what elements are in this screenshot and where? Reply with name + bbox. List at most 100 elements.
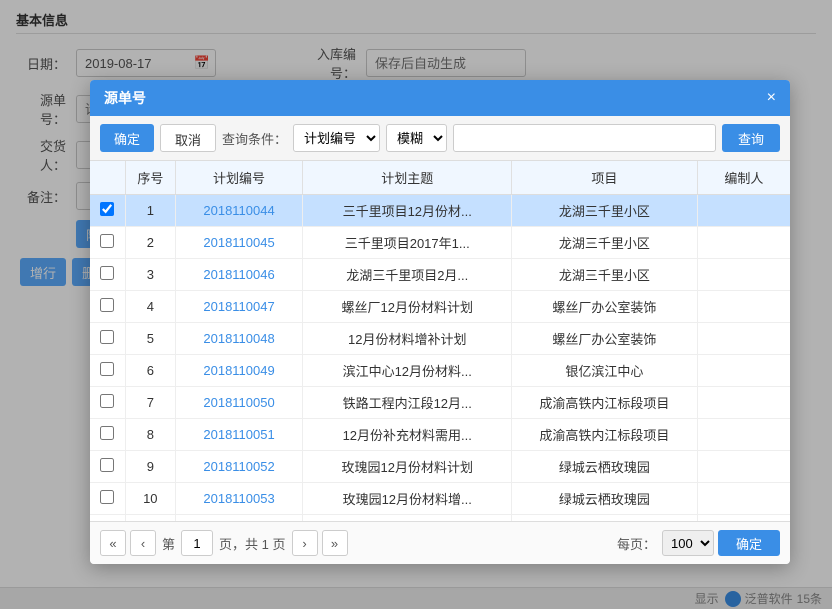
per-page-select[interactable]: 100 50 200 [662,530,714,556]
row-checkbox-cell[interactable] [90,419,125,451]
row-seq: 4 [125,291,175,323]
row-plan-num[interactable]: 2018110044 [175,195,303,227]
row-checkbox[interactable] [100,202,114,216]
source-table: 序号 计划编号 计划主题 项目 编制人 1 2018110044 三千里项目12… [90,161,790,521]
modal-footer: « ‹ 第 页，共 1 页 › » 每页： 100 50 200 确定 [90,521,790,564]
row-checkbox-cell[interactable] [90,195,125,227]
row-checkbox[interactable] [100,266,114,280]
row-checkbox[interactable] [100,394,114,408]
table-header-row: 序号 计划编号 计划主题 项目 编制人 [90,161,790,195]
table-row[interactable]: 10 2018110053 玫瑰园12月份材料增... 绿城云栖玫瑰园 [90,483,790,515]
page-prev-button[interactable]: ‹ [130,530,156,556]
col-plan-subject: 计划主题 [303,161,512,195]
page-last-button[interactable]: » [322,530,348,556]
row-subject: 12月份材料增补计划 [303,323,512,355]
row-checkbox[interactable] [100,330,114,344]
row-checkbox[interactable] [100,298,114,312]
row-editor [697,195,790,227]
row-project: 绿城云栖玫瑰园 [512,451,698,483]
table-row[interactable]: 2 2018110045 三千里项目2017年1... 龙湖三千里小区 [90,227,790,259]
col-plan-num: 计划编号 [175,161,303,195]
row-project: 螺丝厂办公室装饰 [512,291,698,323]
row-seq: 9 [125,451,175,483]
row-seq: 6 [125,355,175,387]
table-row[interactable]: 7 2018110050 铁路工程内江段12月... 成渝高铁内江标段项目 [90,387,790,419]
row-seq: 7 [125,387,175,419]
table-row[interactable]: 5 2018110048 12月份材料增补计划 螺丝厂办公室装饰 [90,323,790,355]
row-checkbox[interactable] [100,362,114,376]
col-checkbox [90,161,125,195]
row-plan-num[interactable]: 2018110048 [175,323,303,355]
row-seq: 10 [125,483,175,515]
row-plan-num[interactable]: 2018110052 [175,451,303,483]
row-checkbox[interactable] [100,458,114,472]
row-checkbox-cell[interactable] [90,355,125,387]
row-subject: 玫瑰园12月份材料增... [303,483,512,515]
row-checkbox-cell[interactable] [90,323,125,355]
row-subject: 三千里项目12月份材... [303,195,512,227]
row-checkbox-cell[interactable] [90,387,125,419]
row-editor [697,419,790,451]
source-modal: 源单号 × 确定 取消 查询条件： 计划编号 计划主题 项目 编制人 模糊 精确… [90,80,790,564]
page-total-info: 页，共 1 页 [219,534,285,553]
type-select[interactable]: 模糊 精确 [386,124,447,152]
table-row[interactable]: 1 2018110044 三千里项目12月份材... 龙湖三千里小区 [90,195,790,227]
modal-title: 源单号 [104,88,146,108]
per-page-label: 每页： [617,534,656,553]
search-keyword-input[interactable] [453,124,716,152]
row-plan-num[interactable]: 2018110049 [175,355,303,387]
modal-toolbar: 确定 取消 查询条件： 计划编号 计划主题 项目 编制人 模糊 精确 查询 [90,116,790,161]
row-seq: 2 [125,227,175,259]
page-next-button[interactable]: › [292,530,318,556]
row-editor [697,291,790,323]
row-editor [697,451,790,483]
modal-close-button[interactable]: × [767,90,776,106]
row-editor [697,483,790,515]
row-checkbox-cell[interactable] [90,291,125,323]
modal-header: 源单号 × [90,80,790,116]
page-number-input[interactable] [181,530,213,556]
row-seq: 5 [125,323,175,355]
col-project: 项目 [512,161,698,195]
row-project: 龙湖三千里小区 [512,195,698,227]
row-checkbox-cell[interactable] [90,451,125,483]
row-plan-num[interactable]: 2018110050 [175,387,303,419]
row-plan-num[interactable]: 2018110053 [175,483,303,515]
row-project: 银亿滨江中心 [512,355,698,387]
table-row[interactable]: 3 2018110046 龙湖三千里项目2月... 龙湖三千里小区 [90,259,790,291]
search-button[interactable]: 查询 [722,124,780,152]
modal-table-container[interactable]: 序号 计划编号 计划主题 项目 编制人 1 2018110044 三千里项目12… [90,161,790,521]
row-plan-num[interactable]: 2018110045 [175,227,303,259]
row-checkbox-cell[interactable] [90,483,125,515]
row-subject: 12月份补充材料需用... [303,419,512,451]
footer-confirm-button[interactable]: 确定 [718,530,780,556]
row-editor [697,387,790,419]
table-row[interactable]: 8 2018110051 12月份补充材料需用... 成渝高铁内江标段项目 [90,419,790,451]
row-checkbox-cell[interactable] [90,227,125,259]
row-checkbox[interactable] [100,426,114,440]
row-checkbox-cell[interactable] [90,259,125,291]
row-plan-num[interactable]: 2018110046 [175,259,303,291]
row-subject: 滨江中心12月份材料... [303,355,512,387]
table-row[interactable]: 9 2018110052 玫瑰园12月份材料计划 绿城云栖玫瑰园 [90,451,790,483]
row-subject: 玫瑰园12月份材料计划 [303,451,512,483]
table-row[interactable]: 6 2018110049 滨江中心12月份材料... 银亿滨江中心 [90,355,790,387]
row-seq: 8 [125,419,175,451]
page-first-button[interactable]: « [100,530,126,556]
row-seq: 1 [125,195,175,227]
row-plan-num[interactable]: 2018110047 [175,291,303,323]
page-prefix: 第 [162,534,175,553]
row-editor [697,323,790,355]
row-editor [697,355,790,387]
row-plan-num[interactable]: 2018110051 [175,419,303,451]
row-project: 绿城云栖玫瑰园 [512,483,698,515]
row-checkbox[interactable] [100,234,114,248]
row-checkbox[interactable] [100,490,114,504]
table-row[interactable]: 4 2018110047 螺丝厂12月份材料计划 螺丝厂办公室装饰 [90,291,790,323]
toolbar-cancel-button[interactable]: 取消 [160,124,216,152]
condition-select[interactable]: 计划编号 计划主题 项目 编制人 [293,124,380,152]
toolbar-confirm-button[interactable]: 确定 [100,124,154,152]
row-editor [697,227,790,259]
row-subject: 铁路工程内江段12月... [303,387,512,419]
table-body: 1 2018110044 三千里项目12月份材... 龙湖三千里小区 2 201… [90,195,790,522]
